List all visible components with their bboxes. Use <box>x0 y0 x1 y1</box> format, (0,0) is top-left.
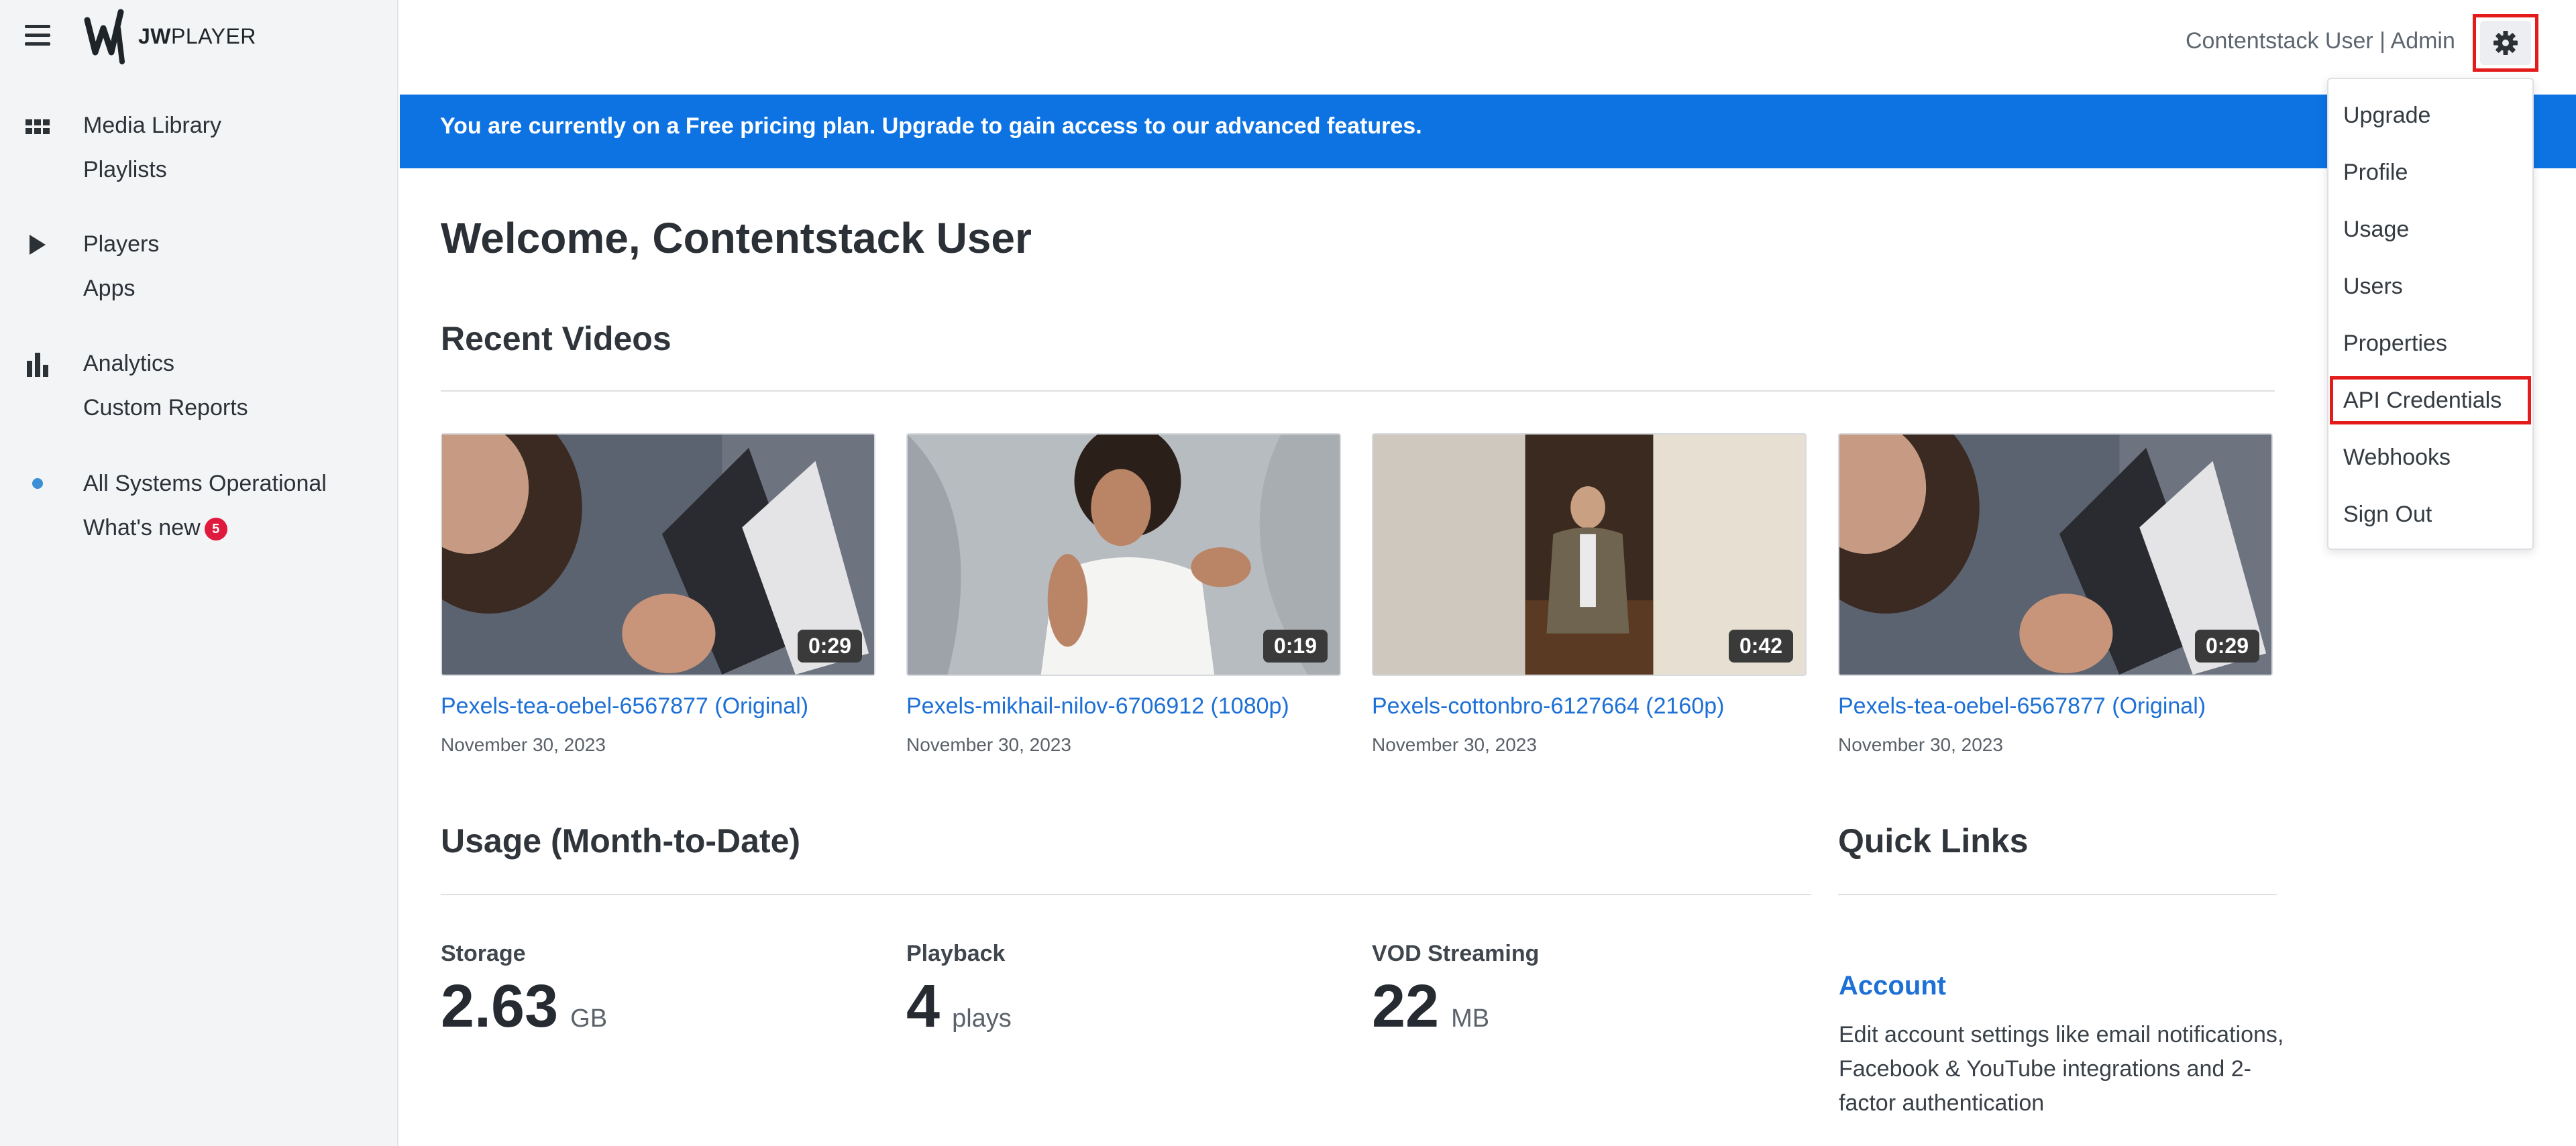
sidebar-item-system-status[interactable]: All Systems Operational <box>83 471 327 497</box>
hamburger-menu-icon[interactable] <box>25 25 50 46</box>
whats-new-label: What's new <box>83 515 201 540</box>
playback-stat: Playback 4 plays <box>906 941 1012 1041</box>
video-duration: 0:42 <box>1728 630 1793 663</box>
stat-unit: GB <box>570 1005 608 1033</box>
stat-value: 4 <box>906 973 941 1040</box>
menu-item-webhooks[interactable]: Webhooks <box>2328 433 2532 481</box>
quick-links-divider <box>1838 894 2277 895</box>
stat-value: 2.63 <box>441 973 559 1040</box>
usage-heading: Usage (Month-to-Date) <box>441 822 801 860</box>
status-dot-icon <box>32 478 43 489</box>
sidebar-item-whats-new[interactable]: What's new 5 <box>83 515 227 541</box>
whats-new-badge: 5 <box>204 518 227 540</box>
jwplayer-logo[interactable]: JWPLAYER <box>82 8 256 64</box>
video-date: November 30, 2023 <box>1372 734 1537 755</box>
banner-text: You are currently on a Free pricing plan… <box>440 113 1422 139</box>
jw-logo-mark-icon <box>84 9 125 64</box>
video-card: 0:29 Pexels-tea-oebel-6567877 (Original)… <box>441 433 875 756</box>
quick-link-description: Edit account settings like email notific… <box>1839 1022 2284 1116</box>
settings-button[interactable] <box>2473 14 2538 72</box>
stat-label: VOD Streaming <box>1372 941 1540 966</box>
stat-label: Storage <box>441 941 526 966</box>
settings-dropdown-menu: Upgrade Profile Usage Users Properties A… <box>2327 78 2534 550</box>
logo-text: JWPLAYER <box>138 23 256 48</box>
sidebar-item-players[interactable]: Players <box>83 231 159 257</box>
video-title-link[interactable]: Pexels-cottonbro-6127664 (2160p) <box>1372 693 1807 720</box>
sidebar-item-analytics[interactable]: Analytics <box>83 351 174 377</box>
video-thumbnail[interactable]: 0:29 <box>1838 433 2273 676</box>
quick-link-account[interactable]: Account <box>1839 971 1946 1001</box>
video-card: 0:42 Pexels-cottonbro-6127664 (2160p) No… <box>1372 433 1807 756</box>
usage-divider <box>441 894 1811 895</box>
video-thumbnail[interactable]: 0:42 <box>1372 433 1807 676</box>
stat-unit: MB <box>1451 1005 1490 1033</box>
bar-chart-icon <box>27 353 48 377</box>
video-duration: 0:19 <box>1263 630 1328 663</box>
recent-videos-divider <box>441 390 2275 392</box>
play-icon <box>30 235 46 255</box>
video-date: November 30, 2023 <box>1838 734 2003 755</box>
video-date: November 30, 2023 <box>441 734 606 755</box>
menu-item-profile[interactable]: Profile <box>2328 148 2532 196</box>
video-title-link[interactable]: Pexels-tea-oebel-6567877 (Original) <box>1838 693 2273 720</box>
stat-unit: plays <box>952 1005 1012 1033</box>
sidebar-item-playlists[interactable]: Playlists <box>83 157 167 183</box>
video-date: November 30, 2023 <box>906 734 1071 755</box>
video-card: 0:29 Pexels-tea-oebel-6567877 (Original)… <box>1838 433 2273 756</box>
menu-item-upgrade[interactable]: Upgrade <box>2328 91 2532 139</box>
video-thumbnail[interactable]: 0:29 <box>441 433 875 676</box>
video-card: 0:19 Pexels-mikhail-nilov-6706912 (1080p… <box>906 433 1341 756</box>
stat-value: 22 <box>1372 973 1440 1040</box>
user-role-label: Contentstack User | Admin <box>2186 28 2455 54</box>
vod-streaming-stat: VOD Streaming 22 MB <box>1372 941 1539 1041</box>
quick-links-heading: Quick Links <box>1838 822 2029 860</box>
video-title-link[interactable]: Pexels-tea-oebel-6567877 (Original) <box>441 693 875 720</box>
stat-label: Playback <box>906 941 1006 966</box>
pricing-plan-banner: You are currently on a Free pricing plan… <box>400 95 2576 168</box>
video-duration: 0:29 <box>797 630 862 663</box>
menu-item-sign-out[interactable]: Sign Out <box>2328 490 2532 538</box>
menu-item-usage[interactable]: Usage <box>2328 205 2532 253</box>
page-title: Welcome, Contentstack User <box>441 214 1032 262</box>
video-duration: 0:29 <box>2194 630 2259 663</box>
sidebar-item-apps[interactable]: Apps <box>83 276 136 302</box>
grid-icon <box>25 119 50 134</box>
storage-stat: Storage 2.63 GB <box>441 941 607 1041</box>
menu-item-properties[interactable]: Properties <box>2328 319 2532 367</box>
sidebar-item-custom-reports[interactable]: Custom Reports <box>83 395 248 421</box>
menu-item-api-credentials[interactable]: API Credentials <box>2330 376 2531 424</box>
gear-icon <box>2493 31 2518 55</box>
sidebar: JWPLAYER Media Library Playlists Players… <box>0 0 398 1146</box>
sidebar-item-media-library[interactable]: Media Library <box>83 113 221 139</box>
menu-item-users[interactable]: Users <box>2328 262 2532 310</box>
video-thumbnail[interactable]: 0:19 <box>906 433 1341 676</box>
video-title-link[interactable]: Pexels-mikhail-nilov-6706912 (1080p) <box>906 693 1341 720</box>
recent-videos-heading: Recent Videos <box>441 320 672 357</box>
app-root: JWPLAYER Media Library Playlists Players… <box>0 0 2576 1146</box>
